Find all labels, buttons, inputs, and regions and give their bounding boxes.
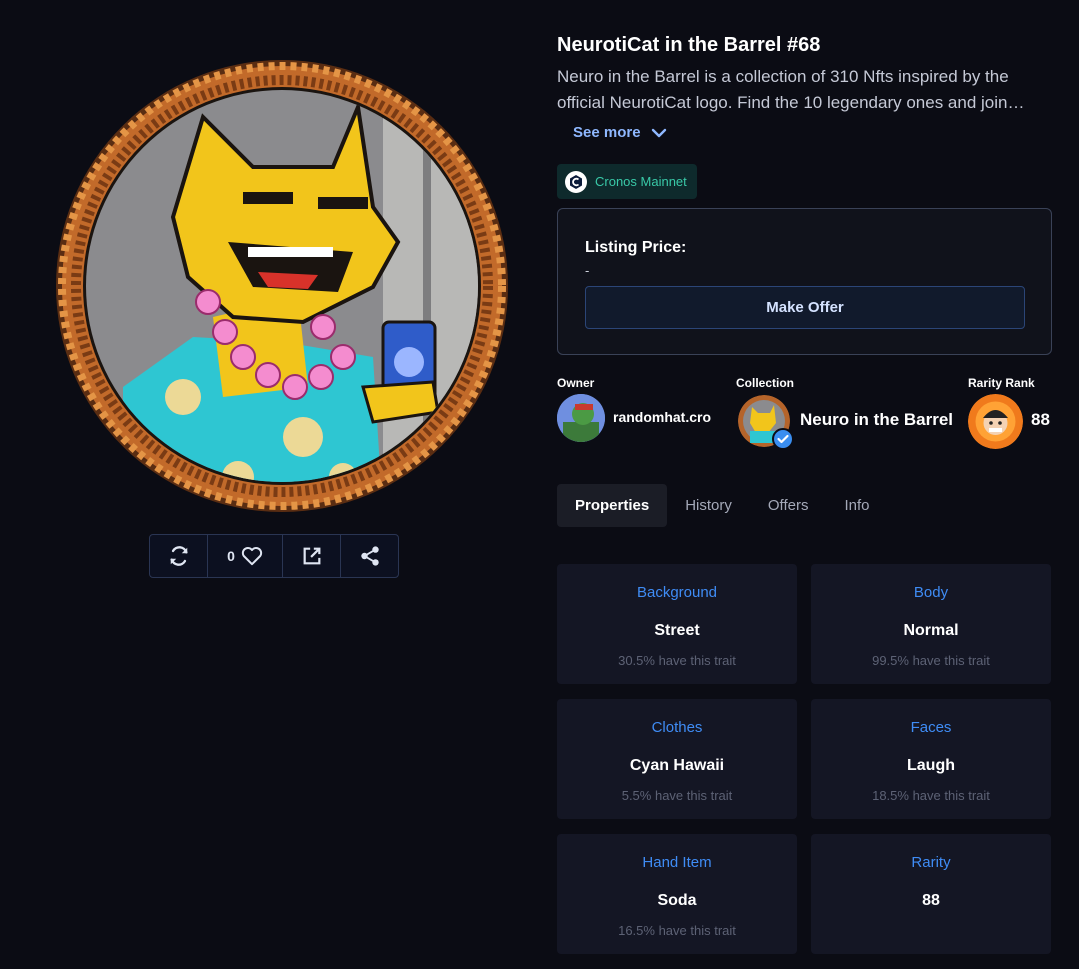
- trait-name: Clothes: [651, 719, 703, 736]
- external-link-icon: [303, 547, 320, 565]
- chain-name: Cronos Mainnet: [595, 174, 687, 189]
- trait-name: Hand Item: [642, 854, 712, 871]
- open-external-button[interactable]: [283, 535, 341, 577]
- trait-percent: 5.5% have this trait: [621, 788, 733, 803]
- tab-offers[interactable]: Offers: [750, 484, 827, 527]
- tab-properties[interactable]: Properties: [557, 484, 668, 527]
- nft-artwork[interactable]: [53, 57, 511, 515]
- see-more-label: See more: [573, 124, 641, 141]
- trait-percent: 99.5% have this trait: [872, 653, 990, 668]
- trait-card[interactable]: Faces Laugh 18.5% have this trait: [811, 699, 1051, 819]
- trait-card[interactable]: Background Street 30.5% have this trait: [557, 564, 797, 684]
- detail-tabs: Properties History Offers Info: [557, 484, 887, 527]
- nft-title: NeurotiCat in the Barrel #68: [557, 34, 821, 56]
- owner-avatar[interactable]: [557, 394, 605, 442]
- see-more-link[interactable]: See more: [573, 124, 667, 141]
- nft-action-bar: 0: [149, 534, 399, 578]
- trait-value: Laugh: [907, 757, 955, 774]
- trait-name: Body: [913, 584, 949, 601]
- owner-name[interactable]: randomhat.cro: [613, 409, 711, 425]
- trait-card[interactable]: Clothes Cyan Hawaii 5.5% have this trait: [557, 699, 797, 819]
- rarity-avatar: [968, 394, 1023, 449]
- chevron-down-icon: [651, 128, 666, 137]
- trait-card[interactable]: Body Normal 99.5% have this trait: [811, 564, 1051, 684]
- share-icon: [360, 546, 379, 566]
- verified-badge-icon: [772, 428, 794, 450]
- nft-description: Neuro in the Barrel is a collection of 3…: [557, 64, 1057, 116]
- trait-percent: 18.5% have this trait: [872, 788, 990, 803]
- trait-name: Background: [636, 584, 718, 601]
- trait-name: Rarity: [911, 854, 951, 871]
- trait-percent: 16.5% have this trait: [618, 923, 736, 938]
- heart-icon: [241, 547, 263, 566]
- like-count: 0: [227, 548, 235, 564]
- trait-value: Street: [654, 622, 700, 639]
- owner-avatar-image: [557, 394, 605, 442]
- collection-label: Collection: [736, 376, 795, 390]
- collection-name[interactable]: Neuro in the Barrel: [800, 410, 953, 430]
- rarity-rank-value: 88: [1031, 410, 1050, 429]
- description-line: official NeurotiCat logo. Find the 10 le…: [557, 93, 1025, 112]
- trait-name: Faces: [910, 719, 952, 736]
- trait-value: 88: [922, 892, 940, 909]
- trait-value: Cyan Hawaii: [629, 757, 725, 774]
- owner-label: Owner: [557, 376, 595, 390]
- neuroticat-image: [56, 60, 508, 512]
- rarity-rank-label: Rarity Rank: [968, 376, 1035, 390]
- listing-price-value: -: [585, 263, 590, 278]
- listing-panel: Listing Price: - Make Offer: [557, 208, 1052, 355]
- trait-card[interactable]: Hand Item Soda 16.5% have this trait: [557, 834, 797, 954]
- tab-history[interactable]: History: [667, 484, 750, 527]
- trait-value: Normal: [903, 622, 959, 639]
- rarity-avatar-image: [968, 394, 1023, 449]
- description-line: Neuro in the Barrel is a collection of 3…: [557, 67, 1009, 86]
- listing-price-label: Listing Price:: [585, 239, 687, 256]
- trait-value: Soda: [657, 892, 697, 909]
- tab-info[interactable]: Info: [826, 484, 887, 527]
- trait-card[interactable]: Rarity 88: [811, 834, 1051, 954]
- make-offer-button[interactable]: Make Offer: [585, 286, 1025, 329]
- like-button[interactable]: 0: [208, 535, 283, 577]
- share-button[interactable]: [341, 535, 398, 577]
- refresh-icon: [169, 546, 188, 566]
- cronos-icon: [565, 170, 587, 193]
- trait-percent: 30.5% have this trait: [618, 653, 736, 668]
- chain-badge[interactable]: Cronos Mainnet: [557, 164, 697, 199]
- refresh-button[interactable]: [150, 535, 208, 577]
